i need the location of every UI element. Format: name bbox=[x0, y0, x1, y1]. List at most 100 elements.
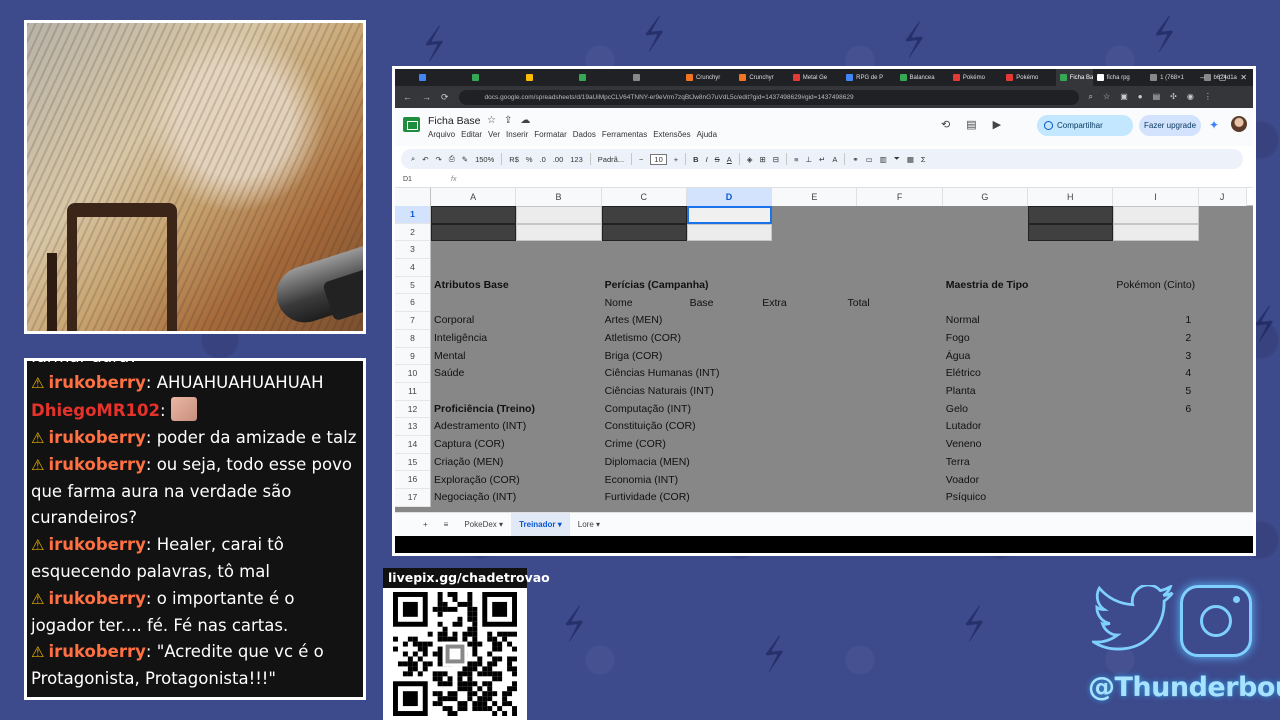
column-header[interactable]: E bbox=[772, 188, 858, 206]
forward-icon[interactable]: → bbox=[422, 92, 431, 102]
filter-views-icon[interactable]: ▦ bbox=[907, 155, 914, 164]
cell-c7[interactable]: Artes (MEN) bbox=[605, 312, 663, 329]
column-header[interactable]: H bbox=[1028, 188, 1114, 206]
share-button[interactable]: Compartilhar bbox=[1037, 115, 1133, 136]
cell-c12[interactable]: Computação (INT) bbox=[605, 401, 691, 418]
cell-a12[interactable]: Proficiência (Treino) bbox=[434, 401, 535, 418]
minimize-icon[interactable]: – bbox=[1200, 73, 1204, 82]
cell-f6[interactable]: Total bbox=[848, 295, 870, 312]
cell-a9[interactable]: Mental bbox=[434, 348, 466, 365]
redo-icon[interactable]: ↷ bbox=[436, 155, 442, 164]
row-header[interactable]: 11 bbox=[395, 383, 430, 401]
menu-item-arquivo[interactable]: Arquivo bbox=[428, 130, 455, 139]
cell-a8[interactable]: Inteligência bbox=[434, 330, 487, 347]
avatar[interactable] bbox=[1231, 116, 1247, 132]
cell-a10[interactable]: Saúde bbox=[434, 365, 464, 382]
column-header[interactable]: A bbox=[431, 188, 517, 206]
rotate-icon[interactable]: A bbox=[832, 155, 837, 164]
font-select[interactable]: Padrã... bbox=[598, 155, 624, 164]
doc-title[interactable]: Ficha Base bbox=[428, 115, 481, 127]
menu-item-ferramentas[interactable]: Ferramentas bbox=[602, 130, 647, 139]
cell-g9[interactable]: Água bbox=[946, 348, 971, 365]
menu-item-dados[interactable]: Dados bbox=[573, 130, 596, 139]
align-icon[interactable]: ≡ bbox=[794, 155, 798, 164]
cell-g14[interactable]: Veneno bbox=[946, 436, 982, 453]
sheet-tab-treinador[interactable]: Treinador ▾ bbox=[511, 512, 570, 537]
cell-a13[interactable]: Adestramento (INT) bbox=[434, 418, 526, 435]
browser-tab[interactable]: 1 (768×1 bbox=[1146, 69, 1199, 86]
cloud-icon[interactable]: ☁ bbox=[520, 115, 530, 126]
search-icon[interactable]: ⌕ bbox=[411, 154, 415, 164]
strikethrough-icon[interactable]: S bbox=[715, 155, 720, 164]
cell-i9[interactable]: 3 bbox=[1185, 348, 1191, 365]
cell-c13[interactable]: Constituição (COR) bbox=[605, 418, 696, 435]
cell-a5[interactable]: Atributos Base bbox=[434, 277, 509, 294]
row-header[interactable]: 4 bbox=[395, 259, 430, 277]
cell-g7[interactable]: Normal bbox=[946, 312, 980, 329]
back-icon[interactable]: ← bbox=[403, 92, 412, 102]
input-cell[interactable] bbox=[686, 223, 773, 242]
cell-c8[interactable]: Atletismo (COR) bbox=[605, 330, 681, 347]
cell-a17[interactable]: Negociação (INT) bbox=[434, 489, 516, 506]
upgrade-button[interactable]: Fazer upgrade bbox=[1139, 115, 1201, 136]
row-header[interactable]: 7 bbox=[395, 312, 430, 330]
close-icon[interactable]: ✕ bbox=[1240, 73, 1247, 82]
column-header[interactable]: D bbox=[686, 188, 773, 206]
cell-i5[interactable]: Pokémon (Cinto) bbox=[1116, 277, 1195, 294]
profile-icon[interactable]: ◉ bbox=[1187, 92, 1194, 102]
input-cell[interactable] bbox=[1113, 223, 1199, 242]
browser-tab[interactable]: Crunchyr bbox=[682, 69, 735, 86]
chat-username[interactable]: irukoberry bbox=[48, 373, 145, 392]
reload-icon[interactable]: ⟳ bbox=[441, 92, 449, 103]
menu-item-ver[interactable]: Ver bbox=[488, 130, 500, 139]
gemini-icon[interactable]: ✦ bbox=[1209, 118, 1219, 132]
menu-item-inserir[interactable]: Inserir bbox=[506, 130, 528, 139]
name-box[interactable]: D1 bbox=[395, 176, 427, 183]
cell-c5[interactable]: Perícias (Campanha) bbox=[605, 277, 709, 294]
column-header[interactable]: C bbox=[601, 188, 687, 206]
italic-icon[interactable]: I bbox=[706, 155, 708, 164]
row-header[interactable]: 5 bbox=[395, 277, 430, 295]
borders-icon[interactable]: ⊞ bbox=[759, 155, 765, 164]
browser-tab[interactable]: Crunchyr bbox=[735, 69, 788, 86]
text-color-icon[interactable]: A bbox=[727, 155, 732, 164]
browser-tab[interactable]: RPG de P bbox=[842, 69, 895, 86]
cell-a16[interactable]: Exploração (COR) bbox=[434, 472, 520, 489]
column-header[interactable]: I bbox=[1113, 188, 1199, 206]
all-sheets-icon[interactable]: ≡ bbox=[436, 513, 457, 537]
row-header[interactable]: 13 bbox=[395, 418, 430, 436]
cell-a15[interactable]: Criação (MEN) bbox=[434, 454, 503, 471]
browser-tab[interactable]: Pokémo bbox=[1002, 69, 1055, 86]
browser-tab[interactable]: ficha rpg bbox=[1093, 69, 1146, 86]
browser-tab[interactable] bbox=[468, 69, 521, 86]
cell-i7[interactable]: 1 bbox=[1185, 312, 1191, 329]
cell-c9[interactable]: Briga (COR) bbox=[605, 348, 663, 365]
chat-username[interactable]: DhiegoMR102 bbox=[31, 401, 160, 420]
cell-c15[interactable]: Diplomacia (MEN) bbox=[605, 454, 690, 471]
history-icon[interactable]: ⟲ bbox=[941, 118, 950, 131]
paint-format-icon[interactable]: ✎ bbox=[462, 155, 468, 164]
row-header[interactable]: 10 bbox=[395, 365, 430, 383]
row-header[interactable]: 15 bbox=[395, 454, 430, 472]
chat-username[interactable]: irukoberry bbox=[48, 428, 145, 447]
font-size-increase-icon[interactable]: + bbox=[674, 155, 678, 164]
browser-tab[interactable] bbox=[415, 69, 468, 86]
cell-e6[interactable]: Extra bbox=[762, 295, 787, 312]
cell-g8[interactable]: Fogo bbox=[946, 330, 970, 347]
extension-icon[interactable]: ▣ bbox=[1120, 92, 1128, 102]
extension-icon[interactable]: ● bbox=[1138, 92, 1143, 102]
menu-item-formatar[interactable]: Formatar bbox=[534, 130, 566, 139]
sheet-tab-pokedex[interactable]: PokeDex ▾ bbox=[456, 513, 511, 537]
comment-add-icon[interactable]: ▭ bbox=[866, 155, 873, 164]
zoom-icon[interactable]: ⌕ bbox=[1089, 92, 1093, 102]
row-header[interactable]: 16 bbox=[395, 471, 430, 489]
cell-i10[interactable]: 4 bbox=[1185, 365, 1191, 382]
chat-username[interactable]: irukoberry bbox=[48, 455, 145, 474]
valign-icon[interactable]: ⊥ bbox=[805, 155, 812, 164]
column-header[interactable]: J bbox=[1198, 188, 1247, 206]
spreadsheet-grid[interactable]: ABCDEFGHIJ 1 2 3 4 5 6 7 8 9 10 11 12 13 14 15 16 17 Atr… bbox=[395, 188, 1253, 512]
cell-g17[interactable]: Psíquico bbox=[946, 489, 986, 506]
browser-tab[interactable]: Balancea bbox=[896, 69, 949, 86]
cell-i8[interactable]: 2 bbox=[1185, 330, 1191, 347]
zoom-select[interactable]: 150% bbox=[475, 155, 494, 164]
